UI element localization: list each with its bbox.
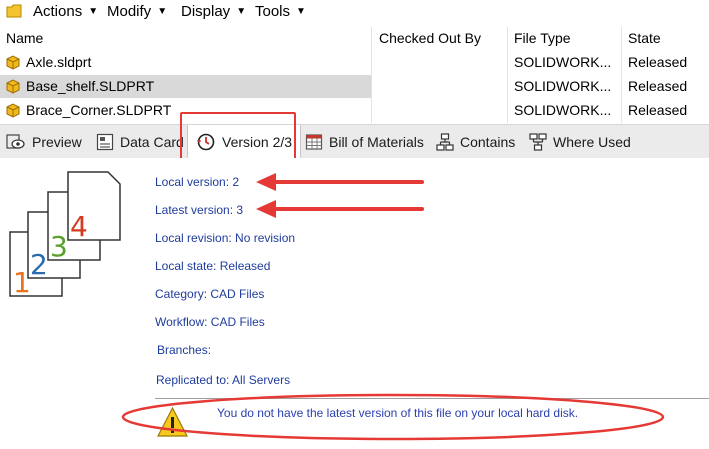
file-type: SOLIDWORK... xyxy=(514,54,612,70)
file-name: Brace_Corner.SLDPRT xyxy=(26,102,172,118)
file-type: SOLIDWORK... xyxy=(514,102,612,118)
annotation-arrow-icon xyxy=(256,200,424,218)
tab-preview[interactable]: Preview xyxy=(6,125,82,158)
menu-display-label: Display xyxy=(181,3,231,20)
warning-triangle-icon xyxy=(157,406,188,437)
data-card-icon xyxy=(96,133,114,150)
file-state: Released xyxy=(628,102,688,118)
chevron-down-icon: ▼ xyxy=(296,6,306,17)
menu-modify[interactable]: Modify ▼ xyxy=(107,3,167,20)
eye-icon xyxy=(6,133,25,149)
annotation-arrow-icon xyxy=(256,173,424,191)
part-file-icon xyxy=(6,55,20,70)
tab-version[interactable]: Version 2/3 xyxy=(187,125,302,158)
tab-data-card[interactable]: Data Card xyxy=(96,125,184,158)
menu-modify-label: Modify xyxy=(107,3,152,20)
version-digit-4: 4 xyxy=(70,210,88,243)
file-type: SOLIDWORK... xyxy=(514,78,612,94)
part-file-icon xyxy=(6,79,20,94)
table-icon xyxy=(305,133,323,150)
latest-version: Latest version: 3 xyxy=(155,203,244,217)
column-header-state[interactable]: State xyxy=(628,30,661,46)
folder-icon xyxy=(6,4,22,18)
table-row-selected[interactable]: Base_shelf.SLDPRT SOLIDWORK... Released xyxy=(0,75,709,98)
file-state: Released xyxy=(628,78,688,94)
chevron-down-icon: ▼ xyxy=(88,6,99,17)
replicated-to: Replicated to: All Servers xyxy=(156,373,291,387)
version-digit-2: 2 xyxy=(30,248,48,281)
table-row[interactable]: Brace_Corner.SLDPRT SOLIDWORK... Release… xyxy=(0,99,709,122)
branches: Branches: xyxy=(157,343,212,357)
version-history-icon xyxy=(197,133,215,150)
tab-label: Version 2/3 xyxy=(222,133,293,150)
column-header-name[interactable]: Name xyxy=(6,30,43,46)
file-state: Released xyxy=(628,54,688,70)
tab-label: Contains xyxy=(460,133,516,150)
hierarchy-icon xyxy=(436,132,454,151)
tab-bill-of-materials[interactable]: Bill of Materials xyxy=(305,125,424,158)
version-digit-3: 3 xyxy=(50,230,68,263)
tab-contains[interactable]: Contains xyxy=(436,125,515,158)
column-header-file-type[interactable]: File Type xyxy=(514,30,571,46)
table-row[interactable]: Axle.sldprt SOLIDWORK... Released xyxy=(0,51,709,74)
tab-label: Bill of Materials xyxy=(329,133,424,150)
tab-where-used[interactable]: Where Used xyxy=(529,125,631,158)
chevron-down-icon: ▼ xyxy=(157,6,168,17)
local-version: Local version: 2 xyxy=(155,175,240,189)
file-name: Axle.sldprt xyxy=(26,54,92,70)
workflow: Workflow: CAD Files xyxy=(155,315,265,329)
tab-label: Data Card xyxy=(120,133,184,150)
menu-bar: Actions ▼ Modify ▼ Display ▼ Tools ▼ xyxy=(0,0,709,25)
menu-tools[interactable]: Tools ▼ xyxy=(255,3,306,20)
document-versions-icon: 1 2 3 4 xyxy=(9,171,121,299)
menu-actions-label: Actions xyxy=(33,3,83,20)
part-file-icon xyxy=(6,103,20,118)
local-state: Local state: Released xyxy=(155,259,271,273)
where-used-icon xyxy=(529,132,547,151)
tab-label: Preview xyxy=(32,133,82,150)
version-digit-1: 1 xyxy=(13,266,31,299)
menu-tools-label: Tools xyxy=(255,3,291,20)
divider xyxy=(155,398,709,399)
column-header-checked-out-by[interactable]: Checked Out By xyxy=(379,30,481,46)
chevron-down-icon: ▼ xyxy=(236,6,247,17)
tab-label: Where Used xyxy=(553,133,631,150)
category: Category: CAD Files xyxy=(155,287,265,301)
local-revision: Local revision: No revision xyxy=(155,231,296,245)
menu-actions[interactable]: Actions ▼ xyxy=(33,3,98,20)
tab-bar: Preview Data Card Version 2/3 Bill of Ma… xyxy=(0,124,709,159)
warning-message: You do not have the latest version of th… xyxy=(217,406,579,420)
file-name: Base_shelf.SLDPRT xyxy=(26,78,155,94)
menu-display[interactable]: Display ▼ xyxy=(181,3,246,20)
